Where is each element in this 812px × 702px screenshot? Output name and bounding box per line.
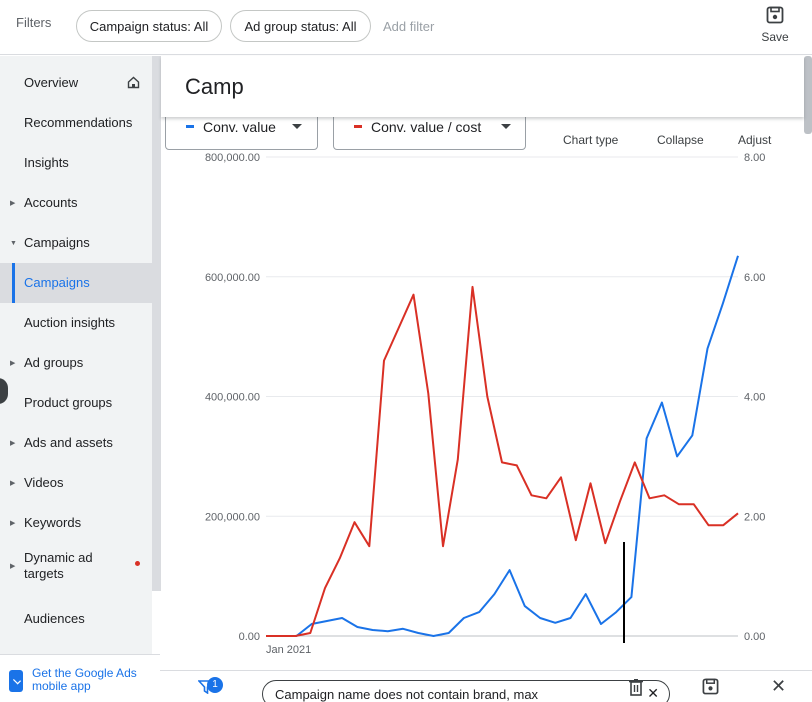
filter-bar: Filters Campaign status: All Ad group st… xyxy=(0,0,812,55)
sidebar-item-label: Campaigns xyxy=(24,235,90,250)
mobile-app-text: Get the Google Ads mobile app xyxy=(32,666,137,693)
right-axis-tick-label: 8.00 xyxy=(744,152,765,164)
left-axis-tick-label: 0.00 xyxy=(239,631,260,643)
right-axis-tick-label: 6.00 xyxy=(744,272,765,284)
filter-count-badge: 1 xyxy=(207,677,223,693)
expand-arrow-icon: ▶ xyxy=(10,360,16,367)
add-filter-button[interactable]: Add filter xyxy=(383,19,434,34)
filters-label: Filters xyxy=(16,15,52,30)
series-line-1 xyxy=(266,255,739,637)
series-swatch xyxy=(186,125,194,128)
sidebar-item-label: Campaigns xyxy=(24,275,90,290)
alert-dot xyxy=(135,561,140,566)
page-header: Camp xyxy=(161,56,804,117)
left-axis-tick-label: 800,000.00 xyxy=(205,152,260,164)
metric1-dropdown[interactable]: Conv. value xyxy=(165,112,318,150)
collapse-button[interactable]: Collapse xyxy=(657,133,704,147)
sidebar-item-ads-and-assets[interactable]: ▶ Ads and assets xyxy=(0,423,152,463)
sidebar-item-label: Product groups xyxy=(24,395,113,410)
mobile-app-link[interactable]: Get the Google Ads mobile app xyxy=(0,654,160,702)
expand-arrow-icon: ▶ xyxy=(10,520,16,527)
main-scrollbar[interactable] xyxy=(804,56,812,134)
sidebar-item-product-groups[interactable]: Product groups xyxy=(0,383,152,423)
close-icon[interactable]: ✕ xyxy=(771,676,786,697)
sidebar-item-accounts[interactable]: ▶ Accounts xyxy=(0,183,152,223)
chart-type-button[interactable]: Chart type xyxy=(563,133,618,147)
performance-chart: 0.00 0.00 200,000.00 2.00 400,000.00 4.00 600,… xyxy=(205,152,765,656)
save-icon xyxy=(766,6,784,24)
sidebar: Overview Recommendations Insights ▶ Acco… xyxy=(0,56,152,654)
sidebar-item-label: Accounts xyxy=(24,195,78,210)
right-axis-tick-label: 4.00 xyxy=(744,392,765,404)
adjust-button[interactable]: Adjust xyxy=(738,133,771,147)
left-axis-tick-label: 600,000.00 xyxy=(205,272,260,284)
chevron-down-icon xyxy=(292,124,302,129)
metric1-label: Conv. value xyxy=(203,119,276,135)
sidebar-item-dynamic-ad-targets[interactable]: ▶ Dynamic ad targets xyxy=(0,543,152,589)
chevron-down-icon xyxy=(501,124,511,129)
app-root: Filters Campaign status: All Ad group st… xyxy=(0,0,812,702)
sidebar-item-audiences[interactable]: Audiences xyxy=(0,599,152,639)
sidebar-item-videos[interactable]: ▶ Videos xyxy=(0,463,152,503)
sidebar-item-overview[interactable]: Overview xyxy=(0,63,152,103)
sidebar-item-ad-groups[interactable]: ▶ Ad groups xyxy=(0,343,152,383)
close-icon[interactable]: ✕ xyxy=(647,685,659,702)
phone-download-icon xyxy=(9,670,23,692)
ad-group-status-chip[interactable]: Ad group status: All xyxy=(230,10,371,42)
metric2-dropdown[interactable]: Conv. value / cost xyxy=(333,112,526,150)
axis-ticks: 0.00 0.00 200,000.00 2.00 400,000.00 4.00 600,… xyxy=(205,152,765,656)
right-axis-tick-label: 2.00 xyxy=(744,511,765,523)
left-axis-tick-label: 400,000.00 xyxy=(205,392,260,404)
sidebar-item-label: Keywords xyxy=(24,515,82,530)
sidebar-item-campaigns-group[interactable]: ▼ Campaigns xyxy=(0,223,152,263)
collapse-arrow-icon: ▼ xyxy=(10,239,17,247)
page-title: Camp xyxy=(185,74,244,99)
sidebar-item-label: Dynamic ad targets xyxy=(24,550,93,581)
expand-arrow-icon: ▶ xyxy=(10,440,16,447)
sidebar-item-campaigns[interactable]: Campaigns xyxy=(0,263,152,303)
home-icon xyxy=(127,76,140,89)
left-axis-tick-label: 200,000.00 xyxy=(205,511,260,523)
series-swatch xyxy=(354,125,362,128)
sidebar-item-insights[interactable]: Insights xyxy=(0,143,152,183)
expand-arrow-icon: ▶ xyxy=(10,480,16,487)
sidebar-item-label: Ads and assets xyxy=(24,435,113,450)
sidebar-item-keywords[interactable]: ▶ Keywords xyxy=(0,503,152,543)
sidebar-item-label: Overview xyxy=(24,75,79,90)
sidebar-scrollbar[interactable] xyxy=(152,56,161,591)
sidebar-item-label: Recommendations xyxy=(24,115,133,130)
active-filter-pill[interactable]: Campaign name does not contain brand, ma… xyxy=(262,680,670,702)
sidebar-item-label: Insights xyxy=(24,155,69,170)
chart-series xyxy=(266,255,739,637)
sidebar-item-auction-insights[interactable]: Auction insights xyxy=(0,303,152,343)
save-label: Save xyxy=(761,30,789,44)
expand-arrow-icon: ▶ xyxy=(10,563,16,570)
bottom-filter-bar: 1 Campaign name does not contain brand, … xyxy=(160,670,812,702)
metric2-label: Conv. value / cost xyxy=(371,119,482,135)
sidebar-item-recommendations[interactable]: Recommendations xyxy=(0,103,152,143)
save-button[interactable]: Save xyxy=(752,6,798,50)
expand-arrow-icon: ▶ xyxy=(10,200,16,207)
x-axis-label: Jan 2021 xyxy=(266,644,311,656)
right-axis-tick-label: 0.00 xyxy=(744,631,765,643)
sidebar-item-label: Ad groups xyxy=(24,355,84,370)
sidebar-item-label: Videos xyxy=(24,475,64,490)
delete-icon[interactable] xyxy=(628,678,644,696)
divider xyxy=(160,670,812,671)
sidebar-item-label: Auction insights xyxy=(24,315,116,330)
campaign-status-chip[interactable]: Campaign status: All xyxy=(76,10,222,42)
filter-pill-text: Campaign name does not contain brand, ma… xyxy=(275,686,539,702)
save-filter-icon[interactable] xyxy=(702,678,719,695)
sidebar-item-label: Audiences xyxy=(24,611,85,626)
